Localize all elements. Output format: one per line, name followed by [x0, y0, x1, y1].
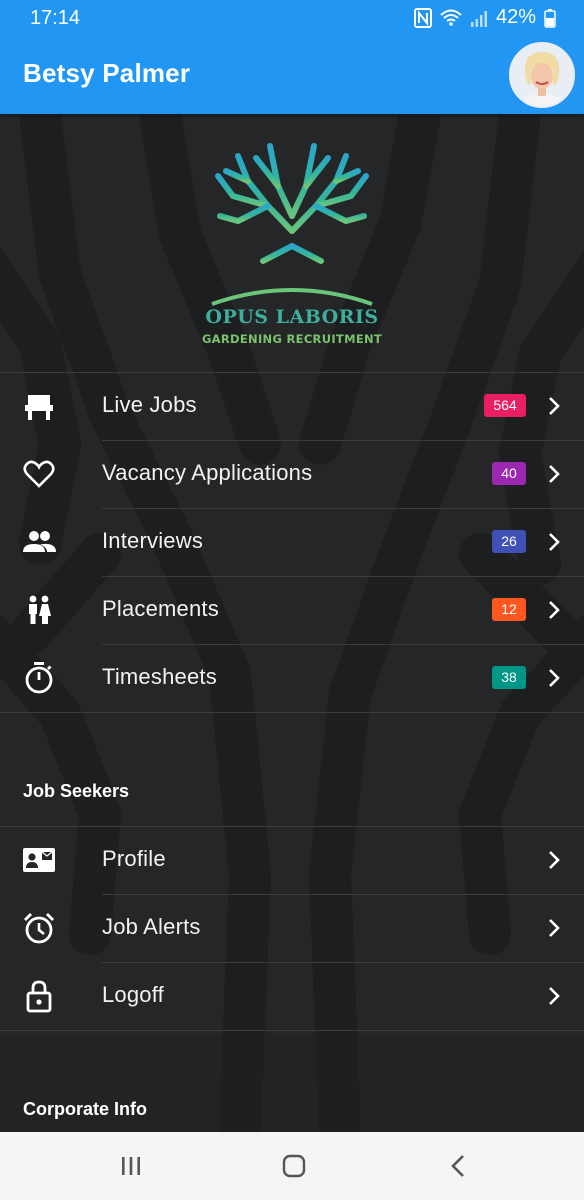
chevron-right-icon	[549, 397, 560, 415]
brand-title: OPUS LABORIS	[205, 306, 379, 328]
menu-item-label: Live Jobs	[102, 392, 197, 417]
status-time: 17:14	[30, 7, 81, 29]
section-title-corporate-info: Corporate Info	[23, 1099, 147, 1119]
avatar-image	[511, 44, 573, 106]
nfc-icon	[413, 7, 432, 28]
back-icon[interactable]	[450, 1154, 466, 1178]
seat-icon	[25, 395, 53, 420]
menu-item-profile[interactable]: Profile	[0, 826, 584, 894]
brand-logo: OPUS LABORIS GARDENING RECRUITMENT	[0, 114, 584, 372]
brand-subtitle: GARDENING RECRUITMENT	[201, 332, 383, 346]
chevron-right-icon	[549, 669, 560, 687]
contact-card-icon	[23, 848, 55, 872]
couple-icon	[29, 595, 51, 624]
menu-item-label: Placements	[102, 596, 219, 621]
chevron-right-icon	[549, 465, 560, 483]
menu-item-timesheets[interactable]: Timesheets 38	[0, 644, 584, 712]
chevron-right-icon	[549, 533, 560, 551]
divider	[0, 1030, 584, 1031]
avatar[interactable]	[509, 42, 575, 108]
menu-item-label: Profile	[102, 846, 166, 871]
menu-item-label: Job Alerts	[102, 914, 201, 939]
menu-item-job-alerts[interactable]: Job Alerts	[0, 894, 584, 962]
count-badge: 564	[484, 394, 526, 417]
menu-item-logoff[interactable]: Logoff	[0, 962, 584, 1030]
home-icon[interactable]	[282, 1154, 306, 1178]
menu-item-placements[interactable]: Placements 12	[0, 576, 584, 644]
count-badge: 12	[492, 598, 526, 621]
wifi-icon	[440, 9, 462, 26]
system-nav-bar	[0, 1132, 584, 1200]
user-name: Betsy Palmer	[23, 58, 191, 88]
battery-percent: 42%	[495, 6, 536, 28]
menu-item-label: Logoff	[102, 982, 164, 1007]
count-badge: 26	[492, 530, 526, 553]
menu-item-live-jobs[interactable]: Live Jobs 564	[0, 372, 584, 440]
lock-icon	[26, 980, 52, 1013]
count-badge: 38	[492, 666, 526, 689]
navigation-drawer: OPUS LABORIS GARDENING RECRUITMENT Live …	[0, 114, 584, 1132]
divider	[0, 712, 584, 713]
recent-apps-icon[interactable]	[120, 1155, 142, 1177]
alarm-clock-icon	[24, 913, 54, 944]
tree-logo-icon	[211, 138, 373, 306]
chevron-right-icon	[549, 601, 560, 619]
section-title-job-seekers: Job Seekers	[23, 781, 130, 801]
chevron-right-icon	[549, 851, 560, 869]
chevron-right-icon	[549, 919, 560, 937]
stopwatch-icon	[25, 662, 53, 694]
menu-item-label: Interviews	[102, 528, 204, 553]
menu-item-vacancy-applications[interactable]: Vacancy Applications 40	[0, 440, 584, 508]
menu-item-label: Vacancy Applications	[102, 460, 313, 485]
status-icons: 42%	[413, 6, 556, 29]
menu-item-label: Timesheets	[102, 664, 217, 689]
menu-item-interviews[interactable]: Interviews 26	[0, 508, 584, 576]
status-bar: 17:14 42%	[0, 0, 584, 38]
count-badge: 40	[492, 462, 526, 485]
app-bar: 17:14 42% Betsy Palmer	[0, 0, 584, 114]
people-icon	[23, 531, 56, 552]
chevron-right-icon	[549, 987, 560, 1005]
battery-icon	[544, 8, 556, 28]
heart-icon	[23, 460, 55, 488]
signal-icon	[470, 10, 487, 27]
